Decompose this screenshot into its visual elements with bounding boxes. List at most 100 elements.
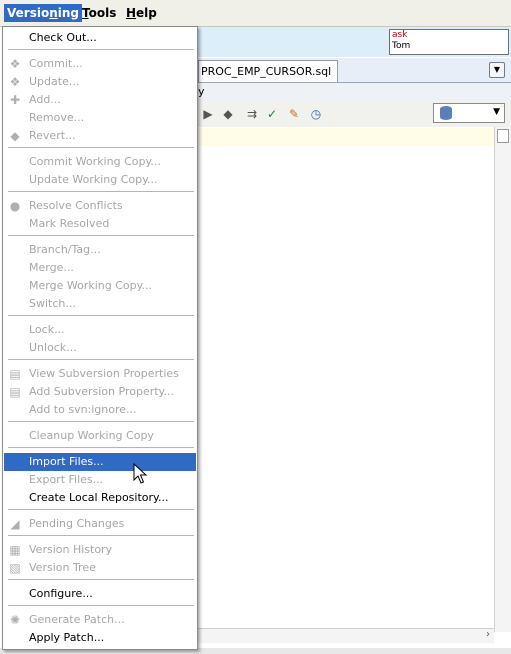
editor-tab-label: PROC_EMP_CURSOR.sql <box>201 65 332 78</box>
menu-separator <box>8 579 194 580</box>
properties-icon: ▤ <box>9 367 21 381</box>
menu-item-label: Merge... <box>29 261 74 274</box>
menu-help[interactable]: Help <box>123 4 160 22</box>
menu-item-label: Resolve Conflicts <box>29 199 123 212</box>
menu-item-version-history[interactable]: ▦ Version History <box>4 541 196 559</box>
menu-separator <box>8 49 194 50</box>
update-icon: ❖ <box>9 75 21 89</box>
menu-item-label: Apply Patch... <box>29 631 105 644</box>
menu-item-commit[interactable]: ❖ Commit... <box>4 55 196 73</box>
menu-versioning[interactable]: Versioning <box>4 4 82 22</box>
menu-item-label: Add... <box>29 93 61 106</box>
menu-item-merge-working-copy[interactable]: Merge Working Copy... <box>4 277 196 295</box>
code-editor[interactable] <box>198 127 498 632</box>
menu-separator <box>8 191 194 192</box>
menu-item-view-subversion-properties[interactable]: ▤ View Subversion Properties <box>4 365 196 383</box>
ask-tom-box[interactable]: ask Tom <box>389 29 509 55</box>
menu-item-update[interactable]: ❖ Update... <box>4 73 196 91</box>
editor-tab[interactable]: PROC_EMP_CURSOR.sql <box>198 60 338 82</box>
tab-list-dropdown[interactable]: ▼ <box>489 62 505 78</box>
menu-item-apply-patch[interactable]: Apply Patch... <box>4 629 196 647</box>
menu-item-label: Switch... <box>29 297 76 310</box>
menu-separator <box>8 605 194 606</box>
menu-item-switch[interactable]: Switch... <box>4 295 196 313</box>
menu-item-label: Commit Working Copy... <box>29 155 161 168</box>
menu-item-add[interactable]: ✚ Add... <box>4 91 196 109</box>
menu-item-generate-patch[interactable]: ✺ Generate Patch... <box>4 611 196 629</box>
menu-item-mark-resolved[interactable]: Mark Resolved <box>4 215 196 233</box>
menu-item-label: Export Files... <box>29 473 104 486</box>
toolbar-spellcheck-icon[interactable]: ✓ <box>264 107 280 121</box>
toolbar-history-icon[interactable]: ◷ <box>308 107 324 121</box>
menu-item-version-tree[interactable]: ▧ Version Tree <box>4 559 196 577</box>
menu-item-update-working-copy[interactable]: Update Working Copy... <box>4 171 196 189</box>
menu-item-label: Import Files... <box>29 455 104 468</box>
menu-item-label: Mark Resolved <box>29 217 110 230</box>
menu-item-cleanup-working-copy[interactable]: Cleanup Working Copy <box>4 427 196 445</box>
menu-item-revert[interactable]: ◆ Revert... <box>4 127 196 145</box>
editor-subbar: y <box>198 83 511 101</box>
menu-item-lock[interactable]: Lock... <box>4 321 196 339</box>
menu-item-check-out[interactable]: Check Out... <box>4 29 196 47</box>
menu-item-label: Generate Patch... <box>29 613 125 626</box>
menu-item-label: Commit... <box>29 57 83 70</box>
add-icon: ✚ <box>9 93 21 107</box>
menu-item-label: Lock... <box>29 323 65 336</box>
mouse-cursor-icon <box>133 463 148 484</box>
menu-item-label: Revert... <box>29 129 76 142</box>
menu-separator <box>8 447 194 448</box>
menu-item-pending-changes[interactable]: ◢ Pending Changes <box>4 515 196 533</box>
menu-item-label: Pending Changes <box>29 517 125 530</box>
database-icon <box>440 106 452 120</box>
tom-label: Tom <box>392 41 411 51</box>
vertical-scrollbar[interactable] <box>494 127 511 632</box>
menu-item-label: Version Tree <box>29 561 96 574</box>
chevron-right-icon[interactable]: › <box>486 629 490 640</box>
toolbar-commit-icon[interactable]: ◆ <box>220 107 236 121</box>
toolbar-format-icon[interactable]: ⇉ <box>244 107 260 121</box>
menu-item-label: Version History <box>29 543 113 556</box>
menu-item-label: Check Out... <box>29 31 97 44</box>
ask-label: ask <box>392 30 408 40</box>
chevron-down-icon: ▼ <box>493 107 500 117</box>
menu-item-import-files[interactable]: Import Files... <box>4 453 196 471</box>
menu-help-label: Help <box>126 6 157 20</box>
menu-separator <box>8 535 194 536</box>
menu-item-configure[interactable]: Configure... <box>4 585 196 603</box>
add-property-icon: ▤ <box>9 385 21 399</box>
menu-versioning-label: Versioning <box>7 6 79 20</box>
menu-item-add-to-svn-ignore[interactable]: Add to svn:ignore... <box>4 401 196 419</box>
subbar-text: y <box>198 85 205 98</box>
menu-separator <box>8 315 194 316</box>
scrollbar-thumb[interactable] <box>497 129 509 143</box>
menu-item-create-local-repository[interactable]: Create Local Repository... <box>4 489 196 507</box>
menu-tools-label: Tools <box>82 6 117 20</box>
menu-item-resolve-conflicts[interactable]: ● Resolve Conflicts <box>4 197 196 215</box>
menu-item-unlock[interactable]: Unlock... <box>4 339 196 357</box>
menu-item-export-files[interactable]: Export Files... <box>4 471 196 489</box>
versioning-menu: Check Out... ❖ Commit... ❖ Update... ✚ Add... R… <box>2 26 198 650</box>
menu-item-commit-working-copy[interactable]: Commit Working Copy... <box>4 153 196 171</box>
menu-item-label: Update... <box>29 75 80 88</box>
menu-item-label: Create Local Repository... <box>29 491 169 504</box>
generate-patch-icon: ✺ <box>9 613 21 627</box>
menu-item-label: Cleanup Working Copy <box>29 429 154 442</box>
menu-item-branch-tag[interactable]: Branch/Tag... <box>4 241 196 259</box>
menu-item-label: Update Working Copy... <box>29 173 158 186</box>
commit-icon: ❖ <box>9 57 21 71</box>
toolbar-eraser-icon[interactable]: ✎ <box>286 107 302 121</box>
horizontal-scrollbar[interactable]: › <box>198 628 494 643</box>
menu-separator <box>8 235 194 236</box>
current-line-highlight <box>198 128 494 146</box>
menu-item-remove[interactable]: Remove... <box>4 109 196 127</box>
menu-separator <box>8 147 194 148</box>
menu-separator <box>8 509 194 510</box>
revert-icon: ◆ <box>10 129 20 143</box>
menu-item-merge[interactable]: Merge... <box>4 259 196 277</box>
menu-tools[interactable]: Tools <box>79 4 119 22</box>
toolbar-run-icon[interactable]: ▶ <box>200 107 216 121</box>
menu-item-label: Add Subversion Property... <box>29 385 174 398</box>
menu-item-add-subversion-property[interactable]: ▤ Add Subversion Property... <box>4 383 196 401</box>
menu-item-label: Branch/Tag... <box>29 243 101 256</box>
connection-select[interactable]: ▼ <box>433 103 505 123</box>
